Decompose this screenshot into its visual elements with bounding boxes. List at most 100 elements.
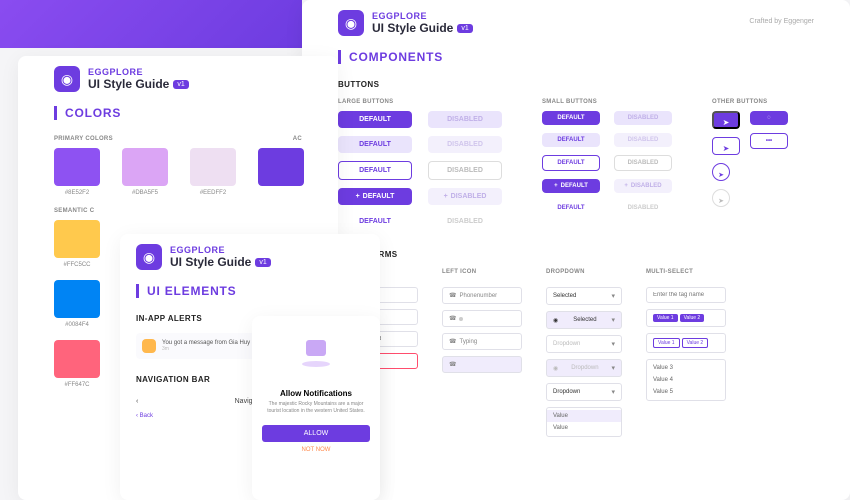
btn-default-outline[interactable]: DEFAULT	[338, 161, 412, 180]
circle-icon: ◉	[553, 365, 558, 372]
swatch-blue	[54, 280, 100, 318]
version-badge: v1	[255, 258, 270, 267]
btn-default-icon[interactable]: +DEFAULT	[338, 188, 412, 205]
version-badge: v1	[173, 80, 188, 89]
alert-text: You got a message from Gia Huy	[162, 340, 250, 346]
btn-round-arrow-disabled: ➤	[712, 189, 730, 207]
multi-item[interactable]: Value 3	[647, 362, 725, 374]
chevron-left-icon[interactable]: ‹	[136, 398, 138, 405]
page-title: UI Style Guide	[170, 255, 251, 269]
btn-icon-arrow[interactable]: ➤	[712, 111, 740, 129]
btn-icon-arrow-outline[interactable]: ➤	[712, 137, 740, 155]
swatch-pink	[54, 340, 100, 378]
multi-dropdown: Value 3 Value 4 Value 5	[646, 359, 726, 401]
phone-filled[interactable]: ☎	[442, 310, 522, 327]
btn-sm-default-ghost[interactable]: DEFAULT	[542, 201, 600, 215]
dropdown-item[interactable]: Value	[547, 422, 621, 434]
allow-button[interactable]: ALLOW	[262, 425, 370, 442]
swatch-yellow	[54, 220, 100, 258]
circle-icon: ◉	[553, 317, 558, 324]
alert-icon	[142, 339, 156, 353]
multi-item[interactable]: Value 4	[647, 374, 725, 386]
notif-text: The majestic Rocky Mountains are a major…	[262, 401, 370, 414]
btn-round-arrow[interactable]: ➤	[712, 163, 730, 181]
primary-colors-label: PRIMARY COLORS	[54, 136, 113, 142]
plus-icon: +	[624, 183, 628, 189]
semantic-colors-label: SEMANTIC C	[54, 208, 302, 214]
dropdown-item[interactable]: Value	[547, 410, 621, 422]
multi-tags[interactable]: Value 1Value 2	[646, 309, 726, 327]
arrow-icon: ➤	[718, 198, 724, 205]
logo-icon: ◉	[338, 10, 364, 36]
brand-label: EGGPLORE	[372, 11, 473, 21]
forms-heading: INPUT FORMS	[338, 250, 814, 259]
arrow-icon: ➤	[723, 144, 730, 153]
small-buttons-label: SMALL BUTTONS	[542, 99, 672, 105]
dropdown-selected[interactable]: Selected▾	[546, 287, 622, 305]
buttons-heading: BUTTONS	[338, 80, 814, 89]
chevron-down-icon: ▾	[611, 292, 615, 300]
credit-text: Crafted by Eggenger	[749, 18, 814, 25]
btn-dots[interactable]: •••	[750, 133, 788, 149]
btn-disabled-outline: DISABLED	[428, 161, 502, 180]
phone-icon: ☎	[449, 338, 456, 345]
phone-icon: ☎	[449, 315, 456, 322]
chevron-down-icon: ▾	[611, 364, 615, 372]
btn-disabled-secondary: DISABLED	[428, 136, 502, 153]
lefticon-label: LEFT ICON	[442, 269, 522, 275]
btn-sm-disabled-primary: DISABLED	[614, 111, 672, 125]
phone-icon: ☎	[449, 292, 456, 299]
dropdown-selected-alt[interactable]: ◉Selected▾	[546, 311, 622, 329]
btn-default-ghost[interactable]: DEFAULT	[338, 213, 412, 230]
btn-sm-disabled-icon: +DISABLED	[614, 179, 672, 193]
dropdown-disabled: Dropdown▾	[546, 335, 622, 353]
swatch-lavender	[190, 148, 236, 186]
back-button[interactable]: ‹ Back	[136, 413, 153, 419]
multi-input[interactable]	[646, 287, 726, 303]
logo-icon: ◉	[136, 244, 162, 270]
swatch-purple	[54, 148, 100, 186]
multi-item[interactable]: Value 5	[647, 386, 725, 398]
dots-icon: •••	[766, 138, 772, 144]
other-buttons-label: OTHER BUTTONS	[712, 99, 788, 105]
swatch-indigo	[258, 148, 304, 186]
dropdown-disabled-alt: ◉Dropdown▾	[546, 359, 622, 377]
brand-label: EGGPLORE	[170, 245, 271, 255]
swatch-lilac	[122, 148, 168, 186]
typing-input[interactable]: ☎Typing	[442, 333, 522, 350]
brand-label: EGGPLORE	[88, 67, 189, 77]
dropdown-menu: Value Value	[546, 407, 622, 437]
btn-disabled-ghost: DISABLED	[428, 213, 502, 230]
chevron-down-icon: ▾	[611, 340, 615, 348]
arrow-icon: ➤	[723, 118, 730, 127]
plus-icon: +	[554, 183, 558, 189]
btn-sm-disabled-ghost: DISABLED	[614, 201, 672, 215]
section-colors: COLORS	[54, 106, 302, 120]
spinner-icon: ◌	[767, 115, 771, 121]
plus-icon: +	[356, 193, 360, 200]
btn-disabled-primary: DISABLED	[428, 111, 502, 128]
btn-sm-default-primary[interactable]: DEFAULT	[542, 111, 600, 125]
phone-input[interactable]: ☎Phonenumber	[442, 287, 522, 304]
notification-modal: Allow Notifications The majestic Rocky M…	[252, 316, 380, 500]
arrow-icon: ➤	[718, 172, 724, 179]
page-title: UI Style Guide	[88, 77, 169, 91]
multi-tags-out[interactable]: Value 1Value 2	[646, 333, 726, 353]
dropdown-open[interactable]: Dropdown▾	[546, 383, 622, 401]
not-now-button[interactable]: NOT NOW	[262, 447, 370, 453]
section-elements: UI ELEMENTS	[136, 284, 364, 298]
phone-icon: ☎	[449, 361, 456, 368]
chevron-down-icon: ▾	[611, 316, 615, 324]
btn-default-primary[interactable]: DEFAULT	[338, 111, 412, 128]
btn-spinner[interactable]: ◌	[750, 111, 788, 125]
btn-sm-default-outline[interactable]: DEFAULT	[542, 155, 600, 171]
btn-sm-default-secondary[interactable]: DEFAULT	[542, 133, 600, 147]
dropdown-label: DROPDOWN	[546, 269, 622, 275]
logo-icon: ◉	[54, 66, 80, 92]
btn-sm-default-icon[interactable]: +DEFAULT	[542, 179, 600, 193]
components-card: ◉ EGGPLORE UI Style Guide v1 Crafted by …	[302, 0, 850, 500]
btn-default-secondary[interactable]: DEFAULT	[338, 136, 412, 153]
btn-sm-disabled-outline: DISABLED	[614, 155, 672, 171]
btn-sm-disabled-secondary: DISABLED	[614, 133, 672, 147]
phone-select[interactable]: ☎	[442, 356, 522, 373]
